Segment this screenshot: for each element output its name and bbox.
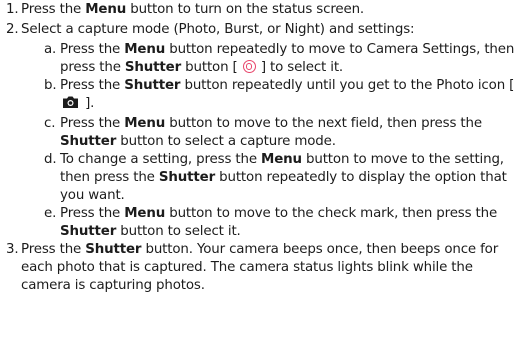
instruction-text: Press the: [60, 206, 125, 221]
instructions-document: 1. Press the Menu button to turn on the s…: [0, 0, 523, 339]
instruction-text: ].: [81, 96, 95, 111]
step-3: 3. Press the Shutter button. Your camera …: [0, 241, 523, 295]
step-text: Press the Menu button to turn on the sta…: [7, 1, 523, 19]
substep-letter: d.: [44, 152, 57, 167]
step-number: 2.: [6, 22, 19, 37]
substep-text: Press the Menu button to move to the che…: [60, 205, 523, 241]
substep-text: Press the Menu button to move to the nex…: [60, 115, 523, 151]
step-number: 1.: [6, 2, 19, 17]
button-name-menu: Menu: [85, 2, 127, 17]
button-name-shutter: Shutter: [124, 78, 181, 93]
instruction-text: Select a capture mode (Photo, Burst, or …: [21, 22, 415, 37]
instruction-text: button to select a capture mode.: [116, 134, 336, 149]
button-name-shutter: Shutter: [85, 242, 142, 257]
button-name-shutter: Shutter: [60, 224, 117, 239]
substep-text: Press the Shutter button repeatedly unti…: [60, 77, 523, 115]
button-name-menu: Menu: [124, 116, 166, 131]
instruction-text: button [: [181, 60, 242, 75]
step-1: 1. Press the Menu button to turn on the s…: [0, 1, 523, 19]
button-name-menu: Menu: [124, 206, 166, 221]
step-text: Press the Shutter button. Your camera be…: [7, 241, 523, 295]
shutter-icon: [242, 60, 256, 73]
substep-text: To change a setting, press the Menu butt…: [60, 151, 523, 205]
instruction-text: button to move to the check mark, then p…: [165, 206, 498, 221]
instruction-text: Press the: [60, 42, 125, 57]
substep-letter: c.: [44, 116, 56, 131]
substep-letter: a.: [44, 42, 57, 57]
substep-d: d. To change a setting, press the Menu bu…: [0, 151, 523, 205]
instruction-text: button to select it.: [116, 224, 241, 239]
instruction-text: Press the: [21, 2, 86, 17]
button-name-menu: Menu: [124, 42, 166, 57]
substep-b: b. Press the Shutter button repeatedly un…: [0, 77, 523, 115]
button-name-shutter: Shutter: [124, 60, 182, 75]
substep-letter: b.: [44, 78, 57, 93]
instruction-text: Press the: [21, 242, 86, 257]
step-text: Select a capture mode (Photo, Burst, or …: [7, 21, 523, 39]
substep-letter: e.: [44, 206, 57, 221]
button-name-shutter: Shutter: [60, 134, 117, 149]
instruction-text: Press the: [60, 116, 125, 131]
button-name-menu: Menu: [261, 152, 302, 167]
substep-e: e. Press the Menu button to move to the c…: [0, 205, 523, 241]
instruction-text: button repeatedly until you get to the P…: [180, 78, 515, 93]
step-2: 2. Select a capture mode (Photo, Burst, o…: [0, 21, 523, 39]
button-name-shutter: Shutter: [158, 170, 216, 185]
instruction-text: button to move to the next field, then p…: [165, 116, 482, 131]
instruction-text: To change a setting, press the: [60, 152, 262, 167]
substep-a: a. Press the Menu button repeatedly to mo…: [0, 41, 523, 77]
instruction-text: Press the: [60, 78, 125, 93]
camera-icon: [62, 95, 79, 115]
substep-text: Press the Menu button repeatedly to move…: [60, 41, 523, 77]
substep-c: c. Press the Menu button to move to the n…: [0, 115, 523, 151]
step-number: 3.: [6, 242, 19, 257]
instruction-text: ] to select it.: [256, 60, 344, 75]
instruction-text: button to turn on the status screen.: [126, 2, 365, 17]
